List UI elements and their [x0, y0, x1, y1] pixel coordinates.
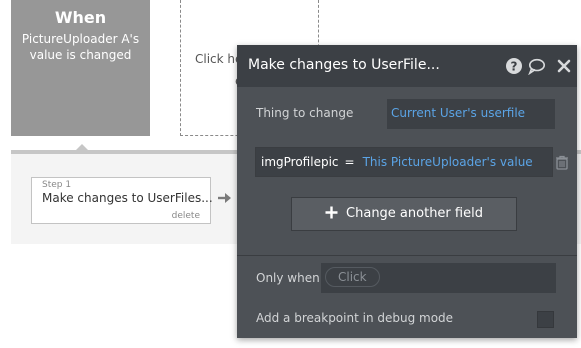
field-key[interactable]: imgProfilepic — [261, 155, 339, 169]
panel-title: Make changes to UserFile... — [248, 57, 440, 73]
thing-to-change-label: Thing to change — [256, 106, 354, 120]
step-title: Make changes to UserFiles... — [42, 191, 213, 205]
change-another-field-button[interactable]: Change another field — [291, 197, 517, 231]
field-assignment-row[interactable]: imgProfilepic = This PictureUploader's val… — [255, 147, 553, 177]
trash-icon[interactable] — [555, 155, 569, 170]
svg-text:?: ? — [511, 60, 518, 74]
step-number: Step 1 — [42, 180, 72, 190]
property-editor-panel: Make changes to UserFile... ? Thing to c… — [237, 45, 577, 338]
only-when-click-chip[interactable]: Click — [325, 267, 380, 287]
event-card-subtitle: PictureUploader A's value is changed — [21, 32, 140, 62]
breakpoint-label: Add a breakpoint in debug mode — [256, 311, 454, 325]
event-card[interactable]: When PictureUploader A's value is change… — [11, 0, 150, 136]
comment-icon[interactable] — [528, 57, 546, 75]
only-when-label: Only when — [256, 271, 320, 285]
breakpoint-checkbox[interactable] — [537, 311, 554, 328]
close-icon[interactable] — [555, 57, 573, 75]
only-when-condition-field[interactable]: Click — [321, 263, 556, 293]
thing-to-change-field[interactable]: Current User's userfile — [387, 99, 555, 129]
field-operator: = — [344, 155, 355, 169]
panel-header: Make changes to UserFile... ? — [237, 45, 577, 87]
plus-icon — [325, 206, 338, 219]
step-delete-link[interactable]: delete — [172, 211, 200, 221]
event-card-title: When — [54, 8, 107, 27]
change-another-field-label: Change another field — [346, 206, 483, 221]
field-value[interactable]: This PictureUploader's value — [363, 155, 533, 169]
arrow-right-icon — [218, 193, 231, 203]
question-circle-icon[interactable]: ? — [505, 57, 523, 75]
step-card[interactable]: Step 1 Make changes to UserFiles... dele… — [31, 177, 213, 224]
panel-divider — [237, 255, 577, 256]
